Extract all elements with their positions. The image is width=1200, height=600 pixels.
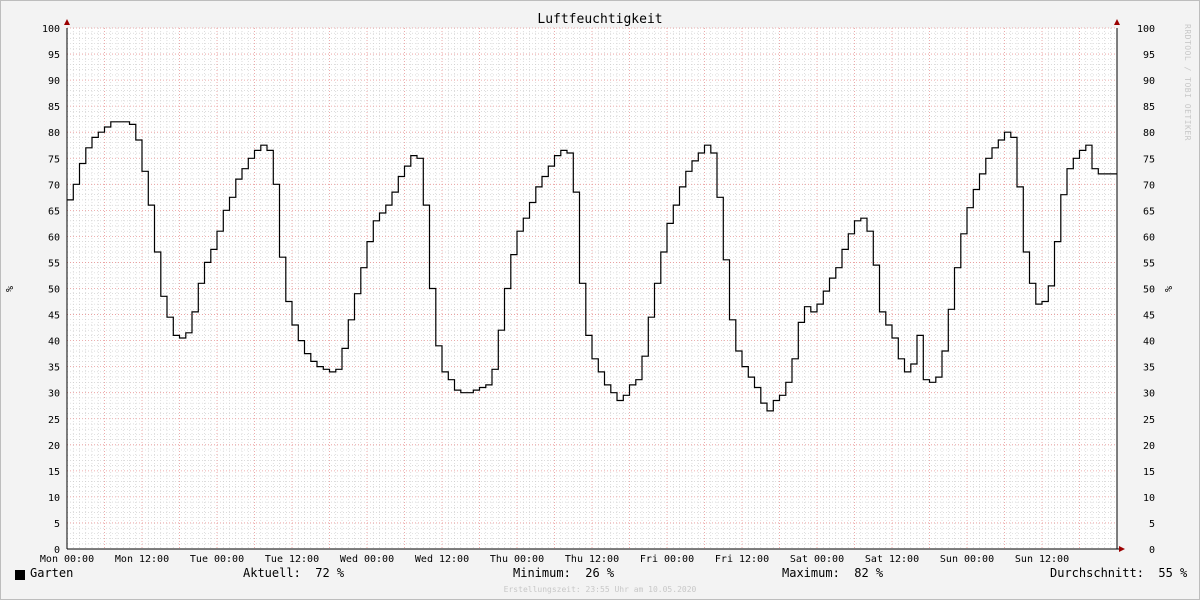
x-tick-label: Thu 00:00	[490, 554, 544, 565]
y-tick-label-right: 80	[1143, 128, 1155, 139]
y-tick-label-right: 15	[1143, 467, 1155, 478]
x-tick-label: Wed 00:00	[340, 554, 394, 565]
legend-series-name: Garten	[30, 566, 74, 580]
legend-swatch-garten	[15, 570, 25, 580]
x-tick-label: Sun 00:00	[940, 554, 994, 565]
y-tick-label-left: 90	[48, 76, 60, 87]
x-tick-label: Tue 12:00	[265, 554, 319, 565]
rrdtool-watermark: RRDTOOL / TOBI OETIKER	[1183, 24, 1192, 141]
y-tick-label-right: 95	[1143, 50, 1155, 61]
y-tick-label-left: 15	[48, 467, 60, 478]
x-tick-label: Sat 12:00	[865, 554, 919, 565]
y-tick-label-left: 30	[48, 389, 60, 400]
x-tick-label: Thu 12:00	[565, 554, 619, 565]
legend-maximum: Maximum: 82 %	[782, 566, 883, 580]
y-axis-label-left: %	[5, 286, 16, 292]
y-tick-label-left: 60	[48, 232, 60, 243]
legend-current-value: 72 %	[315, 566, 345, 580]
y-tick-label-right: 20	[1143, 441, 1155, 452]
y-tick-label-left: 75	[48, 154, 60, 165]
humidity-chart: 0 5 10 15 20 25 30 35 40 45 50 55 60 65 70 75 80 85 90 95 10…	[0, 0, 1200, 600]
y-tick-label-left: 65	[48, 206, 60, 217]
y-tick-label-left: 20	[48, 441, 60, 452]
y-tick-label-left: 5	[54, 519, 60, 530]
y-tick-label-right: 100	[1137, 24, 1155, 35]
y-tick-label-right: 0	[1149, 545, 1155, 556]
y-tick-label-left: 95	[48, 50, 60, 61]
y-tick-label-left: 85	[48, 102, 60, 113]
y-tick-label-left: 70	[48, 180, 60, 191]
y-tick-label-right: 10	[1143, 493, 1155, 504]
x-tick-label: Fri 12:00	[715, 554, 769, 565]
x-tick-label: Mon 12:00	[115, 554, 169, 565]
y-tick-label-right: 45	[1143, 311, 1155, 322]
legend-max-value: 82 %	[854, 566, 884, 580]
legend-avg-value: 55 %	[1158, 566, 1188, 580]
y-tick-label-right: 75	[1143, 154, 1155, 165]
y-tick-label-left: 10	[48, 493, 60, 504]
y-tick-label-right: 50	[1143, 285, 1155, 296]
y-tick-label-right: 70	[1143, 180, 1155, 191]
y-tick-label-right: 90	[1143, 76, 1155, 87]
x-tick-label: Mon 00:00	[40, 554, 94, 565]
x-tick-label: Sun 12:00	[1015, 554, 1069, 565]
y-tick-label-left: 50	[48, 285, 60, 296]
y-tick-label-right: 40	[1143, 337, 1155, 348]
x-tick-label: Sat 00:00	[790, 554, 844, 565]
legend-avg-label: Durchschnitt:	[1050, 566, 1144, 580]
x-tick-label: Tue 00:00	[190, 554, 244, 565]
y-tick-label-right: 30	[1143, 389, 1155, 400]
y-tick-label-right: 55	[1143, 258, 1155, 269]
y-tick-label-right: 5	[1149, 519, 1155, 530]
legend-current: Aktuell: 72 %	[243, 566, 344, 580]
y-tick-label-right: 35	[1143, 363, 1155, 374]
y-tick-label-right: 25	[1143, 415, 1155, 426]
legend-min-label: Minimum:	[513, 566, 571, 580]
legend-minimum: Minimum: 26 %	[513, 566, 614, 580]
y-tick-label-left: 25	[48, 415, 60, 426]
y-axis-label-right: %	[1164, 286, 1175, 292]
x-tick-label: Fri 00:00	[640, 554, 694, 565]
y-tick-label-left: 35	[48, 363, 60, 374]
y-tick-label-left: 100	[42, 24, 60, 35]
creation-time-footer: Erstellungszeit: 23:55 Uhr am 10.05.2020	[503, 585, 697, 594]
legend-max-label: Maximum:	[782, 566, 840, 580]
legend-current-label: Aktuell:	[243, 566, 301, 580]
y-tick-label-left: 45	[48, 311, 60, 322]
y-tick-label-right: 60	[1143, 232, 1155, 243]
y-tick-label-left: 55	[48, 258, 60, 269]
y-tick-label-left: 40	[48, 337, 60, 348]
y-tick-label-right: 65	[1143, 206, 1155, 217]
legend-average: Durchschnitt: 55 %	[1050, 566, 1187, 580]
y-tick-label-left: 80	[48, 128, 60, 139]
legend-min-value: 26 %	[585, 566, 615, 580]
x-tick-label: Wed 12:00	[415, 554, 469, 565]
chart-title: Luftfeuchtigkeit	[537, 12, 662, 27]
y-tick-label-right: 85	[1143, 102, 1155, 113]
